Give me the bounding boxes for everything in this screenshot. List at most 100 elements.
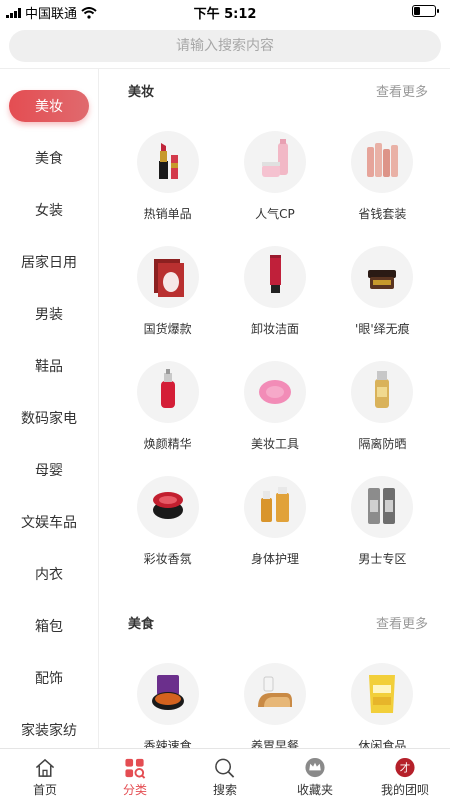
subcategory-item[interactable]: 美妆工具 (221, 361, 328, 452)
subcategory-item[interactable]: 养胃早餐 (221, 663, 328, 748)
tab-label: 搜索 (212, 783, 237, 797)
sidebar-item[interactable]: 家装家纺 (0, 704, 98, 748)
subcategory-label: 男士专区 (358, 552, 407, 566)
search-input[interactable] (9, 30, 441, 62)
section-header: 美食 查看更多 (100, 601, 450, 643)
sidebar-item[interactable]: 数码家电 (0, 392, 98, 444)
sidebar-item-label: 家装家纺 (21, 723, 77, 739)
lipstick-icon (136, 131, 199, 193)
subcategory-label: 卸妆洁面 (250, 322, 299, 336)
spicy-food-icon (136, 663, 199, 725)
sidebar-item-label: 美妆 (9, 90, 89, 122)
cleansing-brush-icon (243, 361, 306, 423)
favorites-crown-icon (305, 757, 325, 778)
tab-label: 我的团呗 (380, 783, 429, 797)
profile-icon: 才 (395, 757, 415, 778)
subcategory-label: 养胃早餐 (250, 739, 299, 748)
subcategory-item[interactable]: 香辣速食 (114, 663, 221, 748)
subcategory-item[interactable]: 彩妆香氛 (114, 476, 221, 567)
sidebar-item[interactable]: 美妆 (0, 80, 98, 132)
cushion-compact-icon (136, 476, 199, 538)
subcategory-item[interactable]: 焕颜精华 (114, 361, 221, 452)
sidebar-item-label: 母婴 (35, 463, 63, 479)
sidebar-item-label: 文娱车品 (21, 515, 77, 531)
subcategory-item[interactable]: 省钱套装 (329, 131, 436, 222)
sidebar-item[interactable]: 美食 (0, 132, 98, 184)
tab-search[interactable]: 搜索 (180, 749, 270, 800)
tab-label: 首页 (32, 783, 57, 797)
men-care-icon (351, 476, 414, 538)
cleanser-tube-icon (243, 246, 306, 308)
sidebar-item[interactable]: 箱包 (0, 600, 98, 652)
eye-cream-jar-icon (351, 246, 414, 308)
status-bar: 中国联通 下午 5:12 (0, 0, 450, 22)
svg-text:才: 才 (400, 761, 411, 774)
home-icon (35, 758, 55, 777)
subcategory-label: 身体护理 (250, 552, 299, 566)
sidebar-item-label: 女装 (35, 203, 63, 219)
bread-milk-icon (243, 663, 306, 725)
subcategory-label: 彩妆香氛 (143, 552, 192, 566)
sidebar-item[interactable]: 内衣 (0, 548, 98, 600)
face-mask-icon (136, 246, 199, 308)
clock: 下午 5:12 (193, 7, 257, 22)
subcategory-item[interactable]: 卸妆洁面 (221, 246, 328, 337)
subcategory-label: 休闲食品 (358, 739, 407, 748)
subcategory-item[interactable]: '眼'绎无痕 (329, 246, 436, 337)
subcategory-grid: 热销单品 人气CP 省钱套装国货爆款 卸妆洁面 '眼'绎无痕焕颜精华 美妆工具 隔离防晒彩妆… (100, 111, 450, 567)
subcategory-label: 香辣速食 (143, 739, 192, 748)
serum-bottle-icon (136, 361, 199, 423)
subcategory-label: 美妆工具 (250, 437, 299, 451)
subcategory-item[interactable]: 人气CP (221, 131, 328, 222)
sidebar-item[interactable]: 鞋品 (0, 340, 98, 392)
tab-label: 收藏夹 (296, 783, 333, 797)
sidebar-item-label: 美食 (35, 151, 63, 167)
tab-label: 分类 (122, 783, 147, 797)
body-oil-icon (243, 476, 306, 538)
tab-category[interactable]: 分类 (90, 749, 180, 800)
sidebar-item[interactable]: 母婴 (0, 444, 98, 496)
subcategory-item[interactable]: 男士专区 (329, 476, 436, 567)
sidebar-item[interactable]: 配饰 (0, 652, 98, 704)
bottles-set-icon (351, 131, 414, 193)
subcategory-item[interactable]: 国货爆款 (114, 246, 221, 337)
sidebar-item-label: 居家日用 (21, 255, 77, 271)
sidebar-item-label: 鞋品 (35, 359, 63, 375)
sidebar-item[interactable]: 居家日用 (0, 236, 98, 288)
subcategory-grid: 香辣速食 养胃早餐 休闲食品 (100, 643, 450, 748)
subcategory-label: '眼'绎无痕 (355, 322, 410, 336)
view-more-link[interactable]: 查看更多 (376, 81, 428, 100)
subcategory-label: 隔离防晒 (358, 437, 407, 451)
subcategory-label: 国货爆款 (143, 322, 192, 336)
sidebar-item[interactable]: 文娱车品 (0, 496, 98, 548)
subcategory-item[interactable]: 身体护理 (221, 476, 328, 567)
sidebar-item-label: 男装 (35, 307, 63, 323)
search-bar[interactable] (9, 30, 441, 62)
subcategory-label: 省钱套装 (358, 207, 407, 221)
sidebar-item[interactable]: 女装 (0, 184, 98, 236)
sidebar-item-label: 数码家电 (21, 411, 77, 427)
category-icon (125, 758, 146, 779)
subcategory-item[interactable]: 隔离防晒 (329, 361, 436, 452)
view-more-link[interactable]: 查看更多 (376, 613, 428, 632)
chips-bag-icon (351, 663, 414, 725)
tab-profile[interactable]: 才我的团呗 (360, 749, 450, 800)
tab-home[interactable]: 首页 (0, 749, 90, 800)
sunscreen-icon (351, 361, 414, 423)
sidebar-item-label: 内衣 (35, 567, 63, 583)
bottom-tabbar: 首页 分类 搜索 收藏夹 才我的团呗 (0, 748, 450, 800)
battery-icon (412, 5, 439, 17)
cosmetics-set-icon (243, 131, 306, 193)
subcategory-item[interactable]: 休闲食品 (329, 663, 436, 748)
subcategory-label: 人气CP (255, 207, 295, 221)
sidebar-item[interactable]: 男装 (0, 288, 98, 340)
sidebar-item-label: 箱包 (35, 619, 63, 635)
search-icon (215, 758, 235, 778)
subcategory-label: 热销单品 (143, 207, 192, 221)
tab-favorites-crown[interactable]: 收藏夹 (270, 749, 360, 800)
category-sidebar: 美妆美食女装居家日用男装鞋品数码家电母婴文娱车品内衣箱包配饰家装家纺 (0, 69, 99, 748)
subcategory-item[interactable]: 热销单品 (114, 131, 221, 222)
sidebar-item-label: 配饰 (35, 671, 63, 687)
section-title: 美食 (128, 617, 155, 632)
